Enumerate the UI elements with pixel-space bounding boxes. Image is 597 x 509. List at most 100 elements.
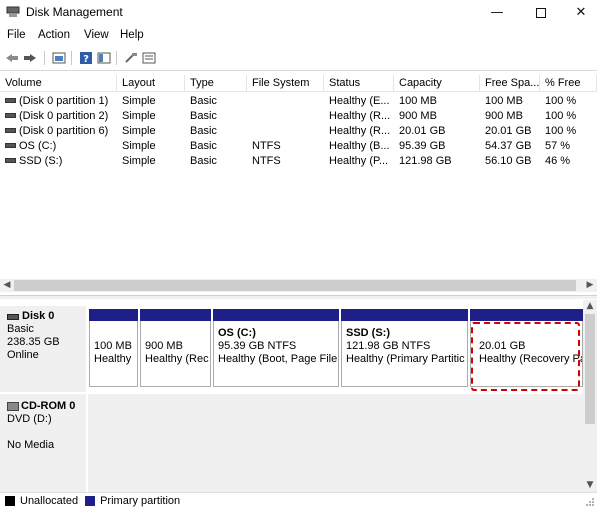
- cdrom-drive: DVD (D:): [7, 413, 52, 425]
- column-header-file-system[interactable]: File System: [247, 75, 324, 92]
- column-header-percent-free[interactable]: % Free: [540, 75, 597, 92]
- type-cell: Basic: [190, 125, 217, 137]
- vertical-scrollbar[interactable]: ▲ ▼: [583, 300, 597, 492]
- layout-cell: Simple: [122, 125, 156, 137]
- disk-view: Disk 0 Basic 238.35 GB Online 100 MB Hea…: [0, 300, 583, 492]
- close-button[interactable]: ✕: [559, 0, 597, 25]
- partition-bar: [213, 309, 339, 321]
- column-header-free-space[interactable]: Free Spa...: [480, 75, 540, 92]
- horizontal-scroll-thumb[interactable]: [14, 280, 576, 291]
- table-row[interactable]: OS (C:) Simple Basic NTFS Healthy (B... …: [0, 139, 597, 154]
- legend: Unallocated Primary partition: [0, 492, 597, 509]
- details-icon[interactable]: [141, 50, 157, 66]
- column-header-layout[interactable]: Layout: [117, 75, 185, 92]
- horizontal-scrollbar[interactable]: ◀ ▶: [0, 279, 597, 292]
- properties-icon[interactable]: [51, 50, 67, 66]
- cdrom-media-area[interactable]: [88, 394, 583, 492]
- cdrom-0-row: CD-ROM 0 DVD (D:) No Media: [0, 394, 583, 492]
- table-row[interactable]: (Disk 0 partition 1) Simple Basic Health…: [0, 94, 597, 109]
- percent-free-cell: 100 %: [545, 110, 577, 122]
- volume-icon: [5, 127, 16, 133]
- capacity-cell: 121.98 GB: [399, 155, 452, 167]
- disk-size: 238.35 GB: [7, 336, 60, 348]
- partition-status: Healthy: [94, 353, 132, 365]
- layout-cell: Simple: [122, 140, 156, 152]
- capacity-cell: 100 MB: [399, 95, 437, 107]
- partition-name: OS (C:): [218, 327, 256, 339]
- partition-os-c[interactable]: OS (C:) 95.39 GB NTFS Healthy (Boot, Pag…: [213, 321, 339, 387]
- partition-name: SSD (S:): [346, 327, 390, 339]
- percent-free-cell: 100 %: [545, 125, 577, 137]
- percent-free-cell: 57 %: [545, 140, 571, 152]
- type-cell: Basic: [190, 95, 217, 107]
- help-icon[interactable]: ?: [78, 50, 94, 66]
- scroll-up-icon[interactable]: ▲: [583, 300, 597, 313]
- back-icon[interactable]: [4, 50, 20, 66]
- status-cell: Healthy (R...: [329, 125, 391, 137]
- column-header-capacity[interactable]: Capacity: [394, 75, 480, 92]
- partition-size: 121.98 GB NTFS: [346, 340, 431, 352]
- scroll-down-icon[interactable]: ▼: [583, 479, 597, 492]
- disk-management-icon: [6, 6, 20, 18]
- volume-icon: [5, 112, 16, 118]
- partition-size: 100 MB: [94, 340, 132, 352]
- partition-status: Healthy (Rec: [145, 353, 209, 365]
- status-cell: Healthy (E...: [329, 95, 390, 107]
- type-cell: Basic: [190, 155, 217, 167]
- scroll-right-icon[interactable]: ▶: [583, 279, 597, 292]
- cdrom-name: CD-ROM 0: [21, 400, 76, 412]
- legend-primary-partition: Primary partition: [100, 495, 181, 507]
- volume-name: OS (C:): [19, 140, 57, 152]
- console-icon[interactable]: [96, 50, 112, 66]
- percent-free-cell: 46 %: [545, 155, 571, 167]
- free-space-cell: 54.37 GB: [485, 140, 532, 152]
- table-row[interactable]: (Disk 0 partition 6) Simple Basic Health…: [0, 124, 597, 139]
- menu-help[interactable]: Help: [120, 29, 144, 41]
- capacity-cell: 900 MB: [399, 110, 437, 122]
- table-row[interactable]: (Disk 0 partition 2) Simple Basic Health…: [0, 109, 597, 124]
- type-cell: Basic: [190, 140, 217, 152]
- menu-bar: File Action View Help: [0, 26, 597, 46]
- disk-type: Basic: [7, 323, 34, 335]
- minimize-button[interactable]: —: [475, 0, 519, 25]
- partition-bar: [341, 309, 468, 321]
- vertical-scroll-thumb[interactable]: [585, 314, 595, 424]
- partition-ssd-s[interactable]: SSD (S:) 121.98 GB NTFS Healthy (Primary…: [341, 321, 468, 387]
- layout-cell: Simple: [122, 110, 156, 122]
- cdrom-icon: [7, 402, 19, 411]
- partition-bar: [140, 309, 211, 321]
- maximize-button[interactable]: [519, 0, 563, 25]
- table-row[interactable]: SSD (S:) Simple Basic NTFS Healthy (P...…: [0, 154, 597, 169]
- recovery-partition-highlight: [471, 322, 580, 391]
- menu-action[interactable]: Action: [38, 29, 70, 41]
- free-space-cell: 900 MB: [485, 110, 523, 122]
- pane-splitter[interactable]: [0, 295, 597, 299]
- window-title: Disk Management: [26, 5, 123, 19]
- column-header-type[interactable]: Type: [185, 75, 247, 92]
- volume-list-header: Volume Layout Type File System Status Ca…: [0, 75, 597, 92]
- layout-cell: Simple: [122, 95, 156, 107]
- rescan-icon[interactable]: [123, 50, 139, 66]
- type-cell: Basic: [190, 110, 217, 122]
- partition-size: 900 MB: [145, 340, 183, 352]
- column-header-status[interactable]: Status: [324, 75, 394, 92]
- forward-icon[interactable]: [22, 50, 38, 66]
- file-system-cell: NTFS: [252, 140, 281, 152]
- partition-status: Healthy (Boot, Page File: [218, 353, 338, 365]
- partition-1[interactable]: 100 MB Healthy: [89, 321, 138, 387]
- capacity-cell: 20.01 GB: [399, 125, 446, 137]
- disk-0-info[interactable]: Disk 0 Basic 238.35 GB Online: [0, 306, 86, 392]
- title-bar: Disk Management — ✕: [0, 0, 597, 25]
- resize-grip-icon[interactable]: [585, 497, 595, 507]
- scroll-left-icon[interactable]: ◀: [0, 279, 14, 292]
- menu-view[interactable]: View: [84, 29, 109, 41]
- cdrom-0-info[interactable]: CD-ROM 0 DVD (D:) No Media: [0, 394, 86, 492]
- partition-bar: [89, 309, 138, 321]
- free-space-cell: 20.01 GB: [485, 125, 532, 137]
- volume-name: (Disk 0 partition 2): [19, 110, 109, 122]
- partition-2[interactable]: 900 MB Healthy (Rec: [140, 321, 211, 387]
- menu-file[interactable]: File: [7, 29, 26, 41]
- layout-cell: Simple: [122, 155, 156, 167]
- column-header-volume[interactable]: Volume: [0, 75, 117, 92]
- file-system-cell: NTFS: [252, 155, 281, 167]
